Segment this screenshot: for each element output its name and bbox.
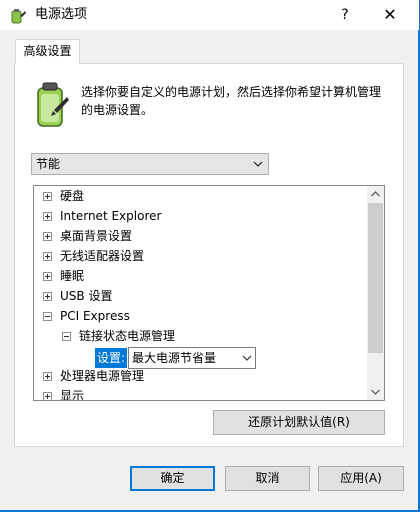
chevron-down-icon xyxy=(253,161,263,167)
tree-item-label: 显示 xyxy=(60,389,85,401)
tree-scrollbar[interactable] xyxy=(367,186,384,400)
power-options-icon xyxy=(11,9,26,24)
ok-button[interactable]: 确定 xyxy=(130,466,215,491)
tree-item-label: 链接状态电源管理 xyxy=(79,329,176,343)
power-plan-value: 节能 xyxy=(36,157,61,171)
power-plan-select[interactable]: 节能 xyxy=(31,153,269,175)
cancel-button[interactable]: 取消 xyxy=(225,466,310,491)
settings-tree[interactable]: 硬盘 Internet Explorer 桌面背景设置 无线适配器设置 睡眠 U… xyxy=(33,185,385,401)
expand-plus-icon[interactable] xyxy=(43,232,52,241)
title-bar[interactable]: 电源选项 ? ✕ xyxy=(0,0,419,30)
tree-item-label: 硬盘 xyxy=(60,189,85,203)
tree-item-label: 桌面背景设置 xyxy=(60,229,133,243)
help-button[interactable]: ? xyxy=(322,0,368,30)
tree-item-label: 无线适配器设置 xyxy=(60,249,145,263)
chevron-down-icon xyxy=(242,355,252,361)
scroll-down-arrow-icon[interactable] xyxy=(367,383,384,400)
scroll-up-arrow-icon[interactable] xyxy=(367,186,384,203)
restore-defaults-button[interactable]: 还原计划默认值(R) xyxy=(213,410,385,435)
expand-plus-icon[interactable] xyxy=(43,252,52,261)
setting-value: 最大电源节省量 xyxy=(132,351,217,365)
window-title: 电源选项 xyxy=(35,7,88,22)
battery-plan-icon xyxy=(37,82,69,127)
expand-plus-icon[interactable] xyxy=(43,272,52,281)
description-text: 选择你要自定义的电源计划，然后选择你希望计算机管理的电源设置。 xyxy=(81,85,382,117)
tree-item-label: USB 设置 xyxy=(60,289,113,303)
tree-item-label: Internet Explorer xyxy=(60,209,162,223)
collapse-minus-icon[interactable] xyxy=(43,312,52,321)
expand-plus-icon[interactable] xyxy=(43,212,52,221)
setting-label[interactable]: 设置: xyxy=(95,348,128,368)
scroll-thumb[interactable] xyxy=(368,203,383,353)
tab-advanced-settings[interactable]: 高级设置 xyxy=(15,39,80,64)
expand-plus-icon[interactable] xyxy=(43,192,52,201)
tree-item-label: 睡眠 xyxy=(60,269,85,283)
setting-value-select[interactable]: 最大电源节省量 xyxy=(128,347,256,369)
tree-item-label: PCI Express xyxy=(60,309,130,323)
close-button[interactable]: ✕ xyxy=(367,0,413,30)
expand-plus-icon[interactable] xyxy=(43,372,52,381)
expand-plus-icon[interactable] xyxy=(43,292,52,301)
expand-plus-icon[interactable] xyxy=(43,392,52,400)
power-options-dialog: 电源选项 ? ✕ 高级设置 选择你要自定义的电源计划，然后选择你希望计算机管理的… xyxy=(0,0,419,511)
apply-button[interactable]: 应用(A) xyxy=(318,466,404,491)
collapse-minus-icon[interactable] xyxy=(62,332,71,341)
tree-item-label: 处理器电源管理 xyxy=(60,369,145,383)
